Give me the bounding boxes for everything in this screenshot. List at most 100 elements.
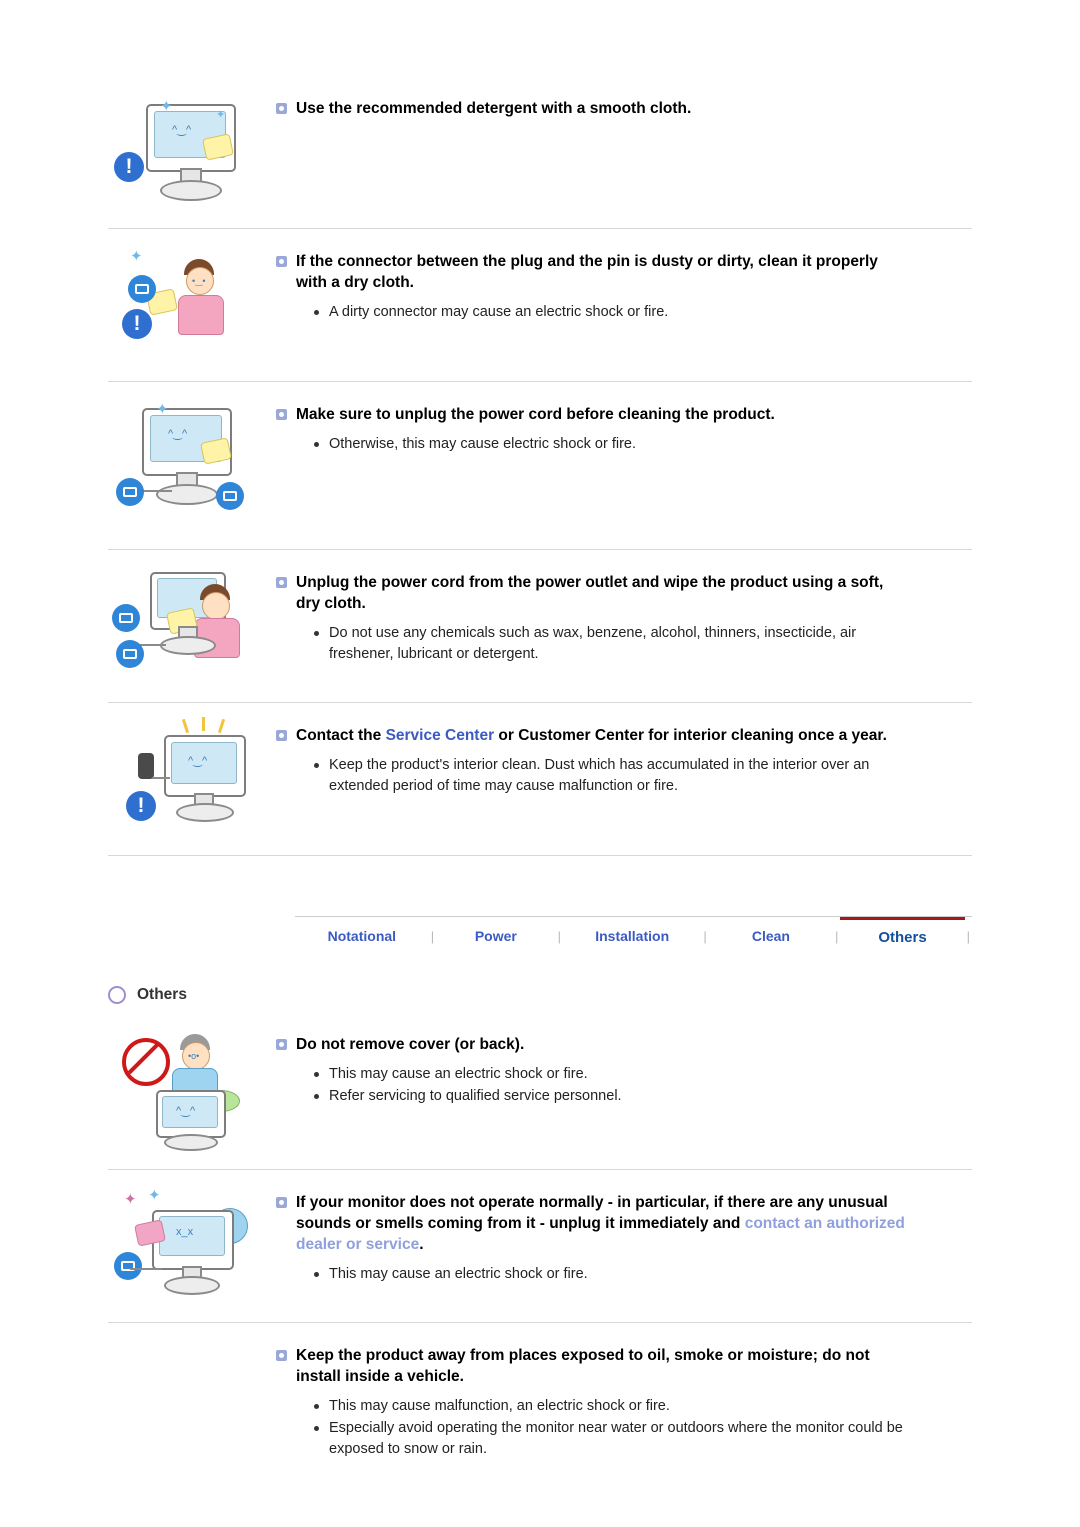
bullet-dot-icon xyxy=(314,631,319,636)
list-item-text: This may cause malfunction, an electric … xyxy=(329,1398,670,1414)
power-cord xyxy=(130,1268,162,1270)
prohibited-icon xyxy=(122,1038,170,1086)
service-center-link[interactable]: Service Center xyxy=(386,727,495,744)
illustration-abnormal-monitor: ✦ ✦ x_x xyxy=(108,1186,276,1306)
list-item-text: Otherwise, this may cause electric shock… xyxy=(329,436,637,452)
section-divider xyxy=(108,1322,972,1323)
screen-face-icon: ^‿^ xyxy=(188,755,208,767)
document-page: ^‿^ ✦ ✦ ! Use the recommended detergent … xyxy=(0,0,1080,1461)
illustration-placeholder xyxy=(108,1339,276,1459)
list-item: Do not use any chemicals such as wax, be… xyxy=(276,623,972,665)
tab-separator: | xyxy=(557,928,561,944)
monitor-stand-base xyxy=(164,1276,220,1295)
section-divider xyxy=(108,1169,972,1170)
section-heading: Unplug the power cord from the power out… xyxy=(276,572,972,614)
screen-face-icon: ^‿^ xyxy=(176,1105,196,1117)
tab-installation[interactable]: Installation xyxy=(563,916,701,956)
list-item: Refer servicing to qualified service per… xyxy=(276,1086,972,1107)
warning-icon: ! xyxy=(126,791,156,821)
heading-bullet-icon xyxy=(276,1197,287,1208)
tab-separator: | xyxy=(703,928,707,944)
person-face-icon: •‿• xyxy=(192,276,206,286)
tab-separator: | xyxy=(430,928,435,944)
heading-text: Use the recommended detergent with a smo… xyxy=(296,100,692,117)
tab-bar-rule xyxy=(295,916,972,917)
phone-icon xyxy=(138,753,154,779)
heading-bullet-icon xyxy=(276,1350,287,1361)
monitor-stand-base xyxy=(160,636,216,655)
section-service-center: ^‿^ ! Contact the Service Center or Cust… xyxy=(0,717,1080,839)
plug-icon xyxy=(114,1252,142,1280)
bullet-dot-icon xyxy=(314,1094,319,1099)
monitor-stand-base xyxy=(176,803,234,822)
tab-notational[interactable]: Notational xyxy=(295,916,429,956)
heading-text: Do not remove cover (or back). xyxy=(296,1036,525,1053)
heading-text-post: . xyxy=(419,1236,424,1253)
heading-text-post: or Customer Center for interior cleaning… xyxy=(494,727,887,744)
section-divider xyxy=(108,228,972,229)
heading-bullet-icon xyxy=(276,409,287,420)
list-item-text: Keep the product's interior clean. Dust … xyxy=(329,757,870,794)
illustration-detergent-cloth: ^‿^ ✦ ✦ ! xyxy=(108,92,276,212)
tab-clean[interactable]: Clean xyxy=(709,916,833,956)
section-marker-icon xyxy=(108,986,126,1004)
bullet-dot-icon xyxy=(314,1072,319,1077)
list-item: This may cause an electric shock or fire… xyxy=(276,1064,972,1085)
section-heading: Make sure to unplug the power cord befor… xyxy=(276,404,972,425)
page-title-text: Others xyxy=(137,986,187,1003)
section-do-not-remove-cover: •o• ^‿^ Do not remove cover (or back). T… xyxy=(0,1028,1080,1153)
heading-bullet-icon xyxy=(276,256,287,267)
list-item-text: This may cause an electric shock or fire… xyxy=(329,1266,588,1282)
bullet-dot-icon xyxy=(314,1272,319,1277)
heading-bullet-icon xyxy=(276,103,287,114)
sub-bullet-list: This may cause an electric shock or fire… xyxy=(276,1264,972,1285)
heading-bullet-icon xyxy=(276,730,287,741)
person-body xyxy=(178,295,224,335)
section-abnormal-operation: ✦ ✦ x_x If your monitor does not operate… xyxy=(0,1186,1080,1306)
monitor-stand-base xyxy=(156,484,218,505)
sparkle-icon: ✦ xyxy=(130,248,143,265)
list-item: Otherwise, this may cause electric shock… xyxy=(276,434,972,455)
sub-bullet-list: This may cause malfunction, an electric … xyxy=(276,1396,972,1460)
plug-icon xyxy=(128,275,156,303)
tab-bar: Notational | Power | Installation | Clea… xyxy=(108,916,972,956)
illustration-unplug-cleaning: ^‿^ ✦ xyxy=(108,398,276,533)
list-item-text: This may cause an electric shock or fire… xyxy=(329,1066,588,1082)
illustration-person-cloth: ✦ •‿• ! xyxy=(108,245,276,365)
warning-icon: ! xyxy=(114,152,144,182)
plug-icon xyxy=(112,604,140,632)
sub-bullet-list: Do not use any chemicals such as wax, be… xyxy=(276,623,972,665)
section-heading: Do not remove cover (or back). xyxy=(276,1034,972,1055)
section-detergent: ^‿^ ✦ ✦ ! Use the recommended detergent … xyxy=(0,92,1080,212)
list-item: This may cause malfunction, an electric … xyxy=(276,1396,972,1417)
section-divider xyxy=(108,381,972,382)
list-item-text: Especially avoid operating the monitor n… xyxy=(329,1420,903,1457)
list-item-text: Refer servicing to qualified service per… xyxy=(329,1088,622,1104)
plug-icon xyxy=(116,478,144,506)
section-connector-dust: ✦ •‿• ! If the connector between the plu… xyxy=(0,245,1080,365)
tab-others[interactable]: Others xyxy=(840,916,965,956)
section-heading: If the connector between the plug and th… xyxy=(276,251,972,293)
list-item-text: A dirty connector may cause an electric … xyxy=(329,304,669,320)
sub-bullet-list: This may cause an electric shock or fire… xyxy=(276,1064,972,1107)
tab-separator: | xyxy=(966,928,970,944)
tab-power[interactable]: Power xyxy=(436,916,555,956)
plug-icon xyxy=(216,482,244,510)
list-item-text: Do not use any chemicals such as wax, be… xyxy=(329,625,857,662)
illustration-service-call: ^‿^ ! xyxy=(108,717,276,839)
heading-bullet-icon xyxy=(276,577,287,588)
heading-text-pre: Contact the xyxy=(296,727,386,744)
list-item: This may cause an electric shock or fire… xyxy=(276,1264,972,1285)
sparkle-icon: ✦ xyxy=(148,1187,161,1204)
illustration-unplug-wipe xyxy=(108,566,276,686)
section-divider xyxy=(108,549,972,550)
section-heading: Keep the product away from places expose… xyxy=(276,1345,972,1387)
phone-cord xyxy=(152,777,170,779)
sub-bullet-list: Otherwise, this may cause electric shock… xyxy=(276,434,972,455)
heading-bullet-icon xyxy=(276,1039,287,1050)
tab-separator: | xyxy=(835,928,839,944)
sparkle-icon: ✦ xyxy=(124,1191,137,1208)
bullet-dot-icon xyxy=(314,442,319,447)
sparkle-icon: ✦ xyxy=(156,401,169,418)
section-keep-away-oil-smoke: Keep the product away from places expose… xyxy=(0,1339,1080,1461)
